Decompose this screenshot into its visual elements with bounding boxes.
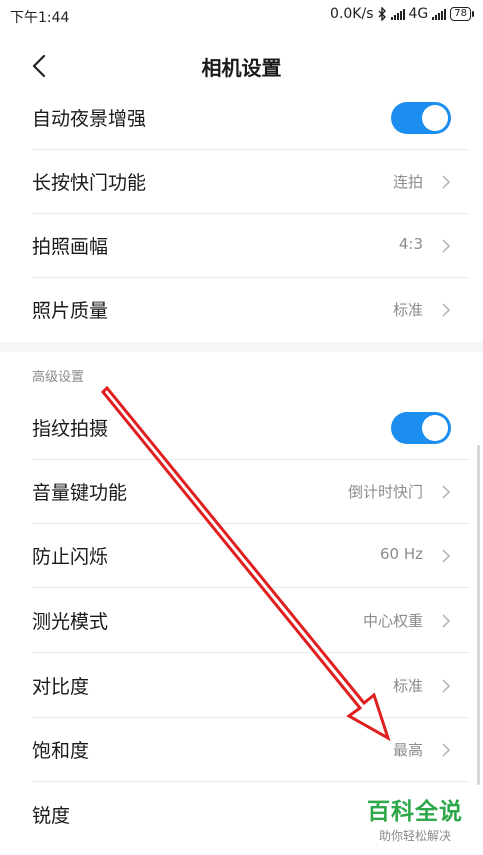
chevron-right-icon xyxy=(442,743,451,757)
status-time: 下午1:44 xyxy=(10,10,70,26)
setting-label: 长按快门功能 xyxy=(32,172,147,194)
setting-value: 标准 xyxy=(392,677,423,695)
setting-value: 连拍 xyxy=(392,173,423,191)
setting-row-saturation[interactable]: 饱和度 最高 xyxy=(0,718,483,782)
row-divider xyxy=(32,781,469,782)
setting-row-contrast[interactable]: 对比度 标准 xyxy=(0,654,483,718)
toggle-knob xyxy=(422,105,448,131)
setting-value: 中心权重 xyxy=(362,612,423,630)
network-speed: 0.0K/s xyxy=(330,6,374,22)
watermark-sub: 助你轻松解决 xyxy=(378,829,451,843)
setting-value: 最高 xyxy=(392,741,423,759)
row-divider xyxy=(32,587,469,588)
setting-row-volume-key[interactable]: 音量键功能 倒计时快门 xyxy=(0,460,483,524)
setting-row-night-enhance[interactable]: 自动夜景增强 xyxy=(0,86,483,150)
battery-icon: 78 xyxy=(450,7,474,21)
setting-label: 对比度 xyxy=(32,676,90,698)
chevron-right-icon xyxy=(442,549,451,563)
setting-value: 标准 xyxy=(392,301,423,319)
chevron-right-icon xyxy=(442,239,451,253)
setting-row-metering-mode[interactable]: 测光模式 中心权重 xyxy=(0,589,483,653)
setting-value: 4:3 xyxy=(398,235,423,253)
setting-label: 防止闪烁 xyxy=(32,546,109,568)
basic-settings-group: 自动夜景增强 长按快门功能 连拍 拍照画幅 4:3 照片质量 标准 xyxy=(0,100,483,342)
setting-label: 指纹拍摄 xyxy=(32,418,109,440)
chevron-right-icon xyxy=(442,485,451,499)
chevron-right-icon xyxy=(442,679,451,693)
advanced-settings-group: 高级设置 指纹拍摄 音量键功能 倒计时快门 防止闪烁 60 Hz 测光模式 中心… xyxy=(0,352,483,855)
setting-label: 自动夜景增强 xyxy=(32,108,147,130)
scrollbar[interactable] xyxy=(477,445,480,785)
setting-label: 锐度 xyxy=(32,805,71,827)
watermark-main: 百科全说 xyxy=(367,799,463,825)
setting-label: 饱和度 xyxy=(32,740,90,762)
setting-value: 60 Hz xyxy=(379,545,423,563)
chevron-right-icon xyxy=(442,175,451,189)
setting-value: 倒计时快门 xyxy=(347,483,423,501)
bluetooth-icon xyxy=(378,7,386,21)
chevron-right-icon xyxy=(442,614,451,628)
setting-label: 照片质量 xyxy=(32,300,109,322)
fingerprint-capture-toggle[interactable] xyxy=(391,412,451,444)
chevron-right-icon xyxy=(442,303,451,317)
row-divider xyxy=(32,652,469,653)
section-title: 高级设置 xyxy=(32,370,85,385)
setting-label: 拍照画幅 xyxy=(32,236,109,258)
setting-row-photo-quality[interactable]: 照片质量 标准 xyxy=(0,278,483,342)
setting-row-aspect-ratio[interactable]: 拍照画幅 4:3 xyxy=(0,214,483,278)
status-bar: 下午1:44 0.0K/s 4G 78 xyxy=(0,0,483,32)
network-type: 4G xyxy=(408,6,429,22)
page-title: 相机设置 xyxy=(201,56,282,80)
signal-icon xyxy=(390,8,405,20)
signal-icon-2 xyxy=(432,8,447,20)
setting-label: 测光模式 xyxy=(32,611,109,633)
night-enhance-toggle[interactable] xyxy=(391,102,451,134)
status-indicators: 0.0K/s 4G 78 xyxy=(330,6,474,22)
watermark-logo: 百科全说 助你轻松解决 xyxy=(360,792,470,844)
setting-label: 音量键功能 xyxy=(32,482,128,504)
setting-row-fingerprint-capture[interactable]: 指纹拍摄 xyxy=(0,396,483,460)
setting-row-anti-flicker[interactable]: 防止闪烁 60 Hz xyxy=(0,524,483,588)
toggle-knob xyxy=(422,415,448,441)
setting-row-long-press-shutter[interactable]: 长按快门功能 连拍 xyxy=(0,150,483,214)
